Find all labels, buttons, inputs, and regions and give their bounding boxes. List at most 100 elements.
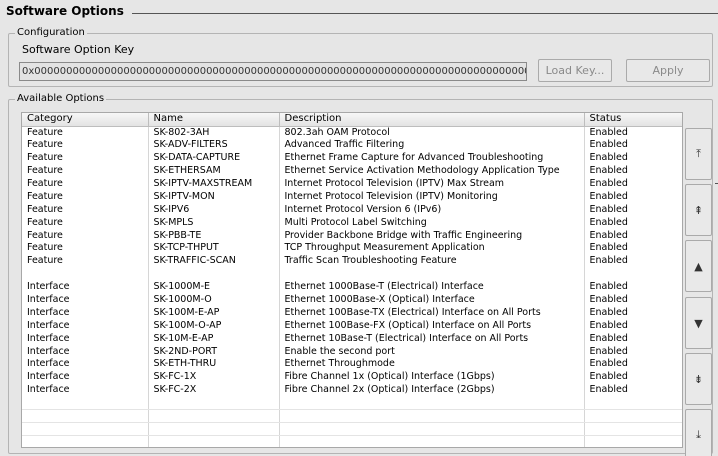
empty-cell bbox=[279, 409, 585, 423]
page-down-button[interactable]: ⇟ bbox=[685, 353, 712, 405]
cell-status: Enabled bbox=[584, 254, 682, 268]
cell-status: Enabled bbox=[584, 345, 682, 359]
empty-cell bbox=[148, 422, 280, 436]
table-row[interactable]: Feature SK-MPLS Multi Protocol Label Switc… bbox=[22, 216, 682, 230]
cell-category: Feature bbox=[22, 242, 149, 255]
cell-category: Feature bbox=[22, 254, 149, 268]
cell-description: Internet Protocol Television (IPTV) Max … bbox=[279, 177, 585, 191]
software-option-key-field[interactable]: 0x00000000000000000000000000000000000000… bbox=[19, 62, 527, 81]
cell-description: Ethernet Throughmode bbox=[279, 358, 585, 371]
cell-status: Enabled bbox=[584, 138, 682, 152]
table-row[interactable]: Feature SK-IPV6 Internet Protocol Version … bbox=[22, 203, 682, 217]
load-key-button[interactable]: Load Key... bbox=[538, 59, 612, 82]
cell-name: SK-PBB-TE bbox=[148, 229, 280, 243]
table-row[interactable]: Feature SK-DATA-CAPTURE Ethernet Frame Cap… bbox=[22, 151, 682, 165]
cell-description: TCP Throughput Measurement Application bbox=[279, 242, 585, 255]
table-row[interactable]: Interface SK-1000M-E Ethernet 1000Base-T (… bbox=[22, 280, 682, 294]
cell-name: SK-100M-E-AP bbox=[148, 306, 280, 320]
scroll-top-button[interactable]: ⤒ bbox=[685, 128, 712, 180]
cell-category: Feature bbox=[22, 216, 149, 230]
empty-cell bbox=[584, 409, 682, 423]
page-down-icon: ⇟ bbox=[693, 372, 704, 386]
cell-name: SK-MPLS bbox=[148, 216, 280, 230]
cell-name: SK-802-3AH bbox=[148, 126, 280, 139]
table-row[interactable]: Interface SK-100M-O-AP Ethernet 100Base-FX… bbox=[22, 319, 682, 333]
cell-description: Advanced Traffic Filtering bbox=[279, 138, 585, 152]
line-up-icon: ▲ bbox=[694, 259, 703, 273]
empty-row bbox=[22, 435, 682, 447]
empty-cell bbox=[22, 422, 149, 436]
cell-description: Multi Protocol Label Switching bbox=[279, 216, 585, 230]
column-header-status[interactable]: Status bbox=[584, 113, 682, 127]
table-row[interactable]: Interface SK-10M-E-AP Ethernet 10Base-T (E… bbox=[22, 332, 682, 346]
column-header-category[interactable]: Category bbox=[22, 113, 149, 127]
table-row[interactable] bbox=[22, 267, 682, 281]
table-row[interactable]: Interface SK-1000M-O Ethernet 1000Base-X (… bbox=[22, 293, 682, 307]
cell-name: SK-ETHERSAM bbox=[148, 164, 280, 178]
page-up-button[interactable]: ⇞ bbox=[685, 184, 712, 236]
line-down-button[interactable]: ▼ bbox=[685, 297, 712, 349]
table-row[interactable]: Interface SK-ETH-THRU Ethernet Throughmode… bbox=[22, 358, 682, 371]
cell-category: Interface bbox=[22, 319, 149, 333]
available-options-legend: Available Options bbox=[15, 93, 107, 104]
table-row[interactable]: Feature SK-IPTV-MAXSTREAM Internet Protoco… bbox=[22, 177, 682, 191]
cell-name: SK-IPTV-MAXSTREAM bbox=[148, 177, 280, 191]
cell-description: Ethernet 1000Base-X (Optical) Interface bbox=[279, 293, 585, 307]
cell-status: Enabled bbox=[584, 383, 682, 397]
cell-name: SK-100M-O-AP bbox=[148, 319, 280, 333]
apply-button[interactable]: Apply bbox=[626, 59, 710, 82]
empty-row bbox=[22, 396, 682, 411]
empty-cell bbox=[279, 396, 585, 411]
table-row[interactable]: Interface SK-2ND-PORT Enable the second po… bbox=[22, 345, 682, 359]
cell-description: Fibre Channel 2x (Optical) Interface (2G… bbox=[279, 383, 585, 397]
configuration-group: Configuration Software Option Key 0x0000… bbox=[8, 27, 713, 87]
column-header-name[interactable]: Name bbox=[148, 113, 280, 127]
cell-status: Enabled bbox=[584, 370, 682, 384]
table-row[interactable]: Feature SK-IPTV-MON Internet Protocol Tele… bbox=[22, 190, 682, 204]
cell-name: SK-10M-E-AP bbox=[148, 332, 280, 346]
cell-category: Interface bbox=[22, 293, 149, 307]
scroll-top-icon: ⤒ bbox=[696, 147, 701, 160]
cell-category bbox=[22, 267, 149, 281]
cell-category: Interface bbox=[22, 370, 149, 384]
cell-category: Feature bbox=[22, 229, 149, 243]
cell-status: Enabled bbox=[584, 306, 682, 320]
table-row[interactable]: Feature SK-ETHERSAM Ethernet Service Activ… bbox=[22, 164, 682, 178]
column-header-description[interactable]: Description bbox=[279, 113, 585, 127]
table-row[interactable]: Feature SK-ADV-FILTERS Advanced Traffic Fi… bbox=[22, 138, 682, 152]
cell-status: Enabled bbox=[584, 293, 682, 307]
empty-cell bbox=[584, 435, 682, 447]
table-row[interactable]: Feature SK-802-3AH 802.3ah OAM Protocol Ena… bbox=[22, 126, 682, 139]
empty-row bbox=[22, 422, 682, 436]
cell-status: Enabled bbox=[584, 203, 682, 217]
table-row[interactable]: Feature SK-TRAFFIC-SCAN Traffic Scan Troub… bbox=[22, 254, 682, 268]
scroll-button-column: ⤒ ⇞ ▲ ▼ ⇟ ⤓ bbox=[685, 112, 712, 456]
table-row[interactable]: Interface SK-FC-2X Fibre Channel 2x (Optic… bbox=[22, 383, 682, 397]
cell-status: Enabled bbox=[584, 177, 682, 191]
cell-name: SK-1000M-E bbox=[148, 280, 280, 294]
cell-category: Interface bbox=[22, 345, 149, 359]
cell-description: 802.3ah OAM Protocol bbox=[279, 126, 585, 139]
table-row[interactable]: Feature SK-TCP-THPUT TCP Throughput Measur… bbox=[22, 242, 682, 255]
empty-cell bbox=[22, 396, 149, 411]
empty-cell bbox=[279, 435, 585, 447]
cell-description: Fibre Channel 1x (Optical) Interface (1G… bbox=[279, 370, 585, 384]
cell-description: Ethernet 100Base-FX (Optical) Interface … bbox=[279, 319, 585, 333]
page-up-icon: ⇞ bbox=[693, 203, 704, 217]
cell-description: Traffic Scan Troubleshooting Feature bbox=[279, 254, 585, 268]
cell-category: Interface bbox=[22, 358, 149, 371]
cell-category: Feature bbox=[22, 126, 149, 139]
cell-category: Interface bbox=[22, 332, 149, 346]
cell-name: SK-1000M-O bbox=[148, 293, 280, 307]
cell-category: Feature bbox=[22, 177, 149, 191]
table-row[interactable]: Feature SK-PBB-TE Provider Backbone Bridge… bbox=[22, 229, 682, 243]
scroll-bottom-button[interactable]: ⤓ bbox=[685, 409, 712, 456]
line-up-button[interactable]: ▲ bbox=[685, 240, 712, 292]
table-row[interactable]: Interface SK-FC-1X Fibre Channel 1x (Optic… bbox=[22, 370, 682, 384]
line-down-icon: ▼ bbox=[694, 316, 703, 330]
software-option-key-label: Software Option Key bbox=[22, 43, 135, 56]
table-row[interactable]: Interface SK-100M-E-AP Ethernet 100Base-TX… bbox=[22, 306, 682, 320]
cell-status: Enabled bbox=[584, 319, 682, 333]
empty-cell bbox=[584, 422, 682, 436]
cell-category: Feature bbox=[22, 190, 149, 204]
